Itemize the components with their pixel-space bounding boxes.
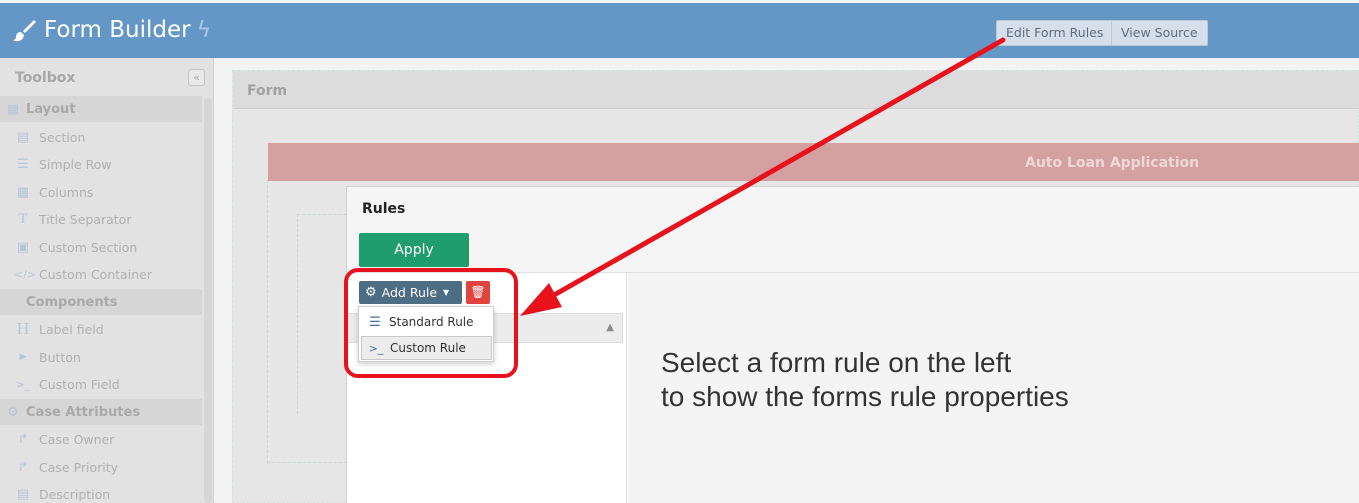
section-title: Auto Loan Application xyxy=(1025,155,1200,171)
sidebar-item-button[interactable]: ▶ Button xyxy=(0,344,202,370)
bolt-icon: ϟ xyxy=(196,17,212,43)
sidebar-item-label: Layout xyxy=(26,101,76,117)
terminal-icon: >_ xyxy=(15,377,31,391)
section-icon: ▤ xyxy=(16,486,30,502)
sidebar-item-label: Custom Field xyxy=(39,376,120,392)
empty-state-line-1: Select a form rule on the left xyxy=(661,347,1012,378)
sidebar-item-section[interactable]: ▤ Section xyxy=(0,124,202,150)
empty-state-message: Select a form rule on the left to show t… xyxy=(661,346,1069,414)
sidebar-item-title-separator[interactable]: T Title Separator xyxy=(0,206,202,232)
sidebar-item-custom-container[interactable]: </> Custom Container xyxy=(0,261,202,287)
sidebar-item-case-owner[interactable]: ↱ Case Owner xyxy=(0,426,202,452)
sidebar-item-label: Custom Container xyxy=(39,266,152,282)
sidebar-item-label: Case Owner xyxy=(39,431,115,447)
sidebar-item-custom-section[interactable]: ▣ Custom Section xyxy=(0,234,202,260)
sidebar-item-description[interactable]: ▤ Description xyxy=(0,481,202,503)
sidebar-item-label: Columns xyxy=(39,184,94,200)
sidebar-item-label: Title Separator xyxy=(39,211,132,227)
sidebar-item-label: Simple Row xyxy=(39,156,112,172)
empty-state-line-2: to show the forms rule properties xyxy=(661,381,1069,412)
app-header: Form Builder ϟ Edit Form Rules View Sour… xyxy=(0,0,1359,58)
row-outline xyxy=(297,214,347,414)
app-title: Form Builder xyxy=(44,17,191,43)
gear-icon: ⚙ xyxy=(7,404,19,420)
section-icon: ▤ xyxy=(16,129,30,145)
rules-dialog-header: Rules Apply xyxy=(347,187,1359,273)
highlight-box xyxy=(344,268,518,378)
sidebar-item-columns[interactable]: ▦ Columns xyxy=(0,179,202,205)
sidebar-item-label: Case Attributes xyxy=(26,404,141,420)
sidebar-scrollbar[interactable] xyxy=(204,98,212,503)
text-icon: T xyxy=(18,211,28,227)
sort-up-icon[interactable]: ▲ xyxy=(606,322,614,333)
sidebar-category-components[interactable]: Components xyxy=(0,289,202,315)
rule-properties-panel: Select a form rule on the left to show t… xyxy=(628,273,1359,503)
sidebar-item-label: Label field xyxy=(39,321,104,337)
rules-dialog-title: Rules xyxy=(362,201,406,217)
sidebar-item-label: Case Priority xyxy=(39,459,119,475)
code-file-icon: ▣ xyxy=(16,239,30,255)
sidebar-item-label-field[interactable]: H Label field xyxy=(0,316,202,342)
form-bar: Form xyxy=(233,71,1359,109)
brand: Form Builder ϟ xyxy=(12,17,211,43)
view-source-button[interactable]: View Source xyxy=(1111,20,1208,46)
grid-icon: ▦ xyxy=(16,184,30,200)
play-icon: ▶ xyxy=(19,352,27,362)
collapse-sidebar-button[interactable]: « xyxy=(188,69,205,86)
apply-button[interactable]: Apply xyxy=(359,233,469,267)
sidebar-item-label: Button xyxy=(39,349,81,365)
toolbox-title: Toolbox xyxy=(15,70,76,86)
heading-icon: H xyxy=(16,320,30,338)
sidebar-category-layout[interactable]: ▦ Layout xyxy=(0,96,202,122)
sidebar-item-simple-row[interactable]: ☰ Simple Row xyxy=(0,151,202,177)
form-label: Form xyxy=(247,83,288,99)
sidebar-category-case-attributes[interactable]: ⚙ Case Attributes xyxy=(0,399,202,425)
sidebar-item-case-priority[interactable]: ↱ Case Priority xyxy=(0,454,202,480)
paintbrush-icon xyxy=(13,20,36,42)
table-icon: ▦ xyxy=(6,101,20,117)
auto-loan-section-header[interactable]: Auto Loan Application xyxy=(268,143,1359,181)
sidebar-item-label: Description xyxy=(39,486,111,502)
rows-icon: ☰ xyxy=(17,156,29,172)
sidebar-item-custom-field[interactable]: >_ Custom Field xyxy=(0,371,202,397)
share-icon: ↱ xyxy=(17,459,29,475)
sidebar-item-label: Section xyxy=(39,129,86,145)
toolbox-sidebar: Toolbox « ▦ Layout ▤ Section ☰ Simple Ro… xyxy=(0,58,214,503)
edit-form-rules-button[interactable]: Edit Form Rules xyxy=(996,20,1114,46)
share-icon: ↱ xyxy=(17,431,29,447)
sidebar-item-label: Components xyxy=(26,294,118,310)
sidebar-item-label: Custom Section xyxy=(39,239,138,255)
code-icon: </> xyxy=(14,267,37,281)
